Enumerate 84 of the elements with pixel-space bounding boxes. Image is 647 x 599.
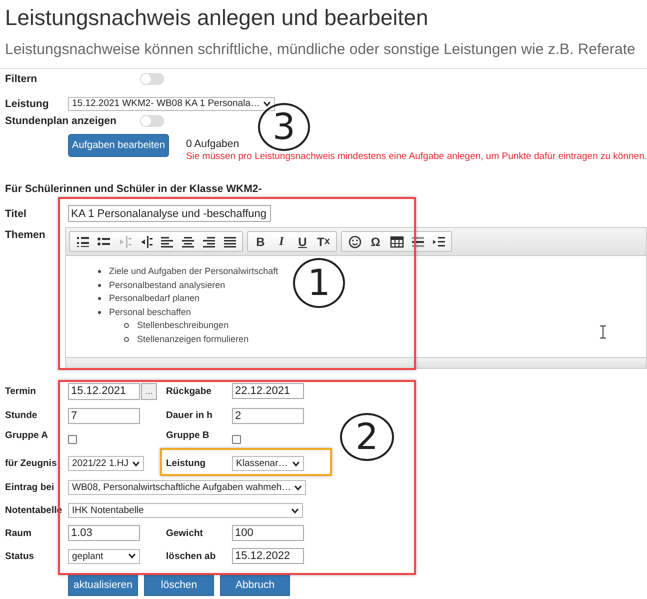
bullet-icon bbox=[98, 284, 101, 287]
field-label: Eintrag bei bbox=[5, 482, 56, 493]
number-annotation: 2 bbox=[340, 413, 394, 461]
dropdown[interactable]: Klassenar… bbox=[232, 456, 304, 471]
smiley-icon bbox=[348, 234, 362, 248]
field-label: Stundenplan anzeigen bbox=[5, 115, 118, 127]
checkbox[interactable] bbox=[68, 435, 77, 444]
field-label: Leistung bbox=[166, 458, 207, 469]
date-picker-button[interactable]: ... bbox=[141, 382, 157, 400]
number-annotation: 3 bbox=[258, 103, 310, 151]
block-indent-icon bbox=[432, 234, 446, 248]
bullet-icon bbox=[98, 270, 101, 274]
text-field[interactable]: 7 bbox=[68, 408, 140, 424]
chevron-icon bbox=[263, 100, 271, 106]
date-field[interactable]: 15.12.2021 bbox=[68, 382, 140, 400]
warning-message: Sie müssen pro Leistungsnachweis mindestens eine Aufgabe anlegen, um Punkte dafür eintragen zu können. bbox=[186, 151, 647, 162]
align-left-icon bbox=[160, 234, 174, 248]
number-annotation: 1 bbox=[293, 258, 345, 308]
dropdown[interactable]: geplant bbox=[68, 548, 140, 564]
class-heading: Für Schülerinnen und Schüler in der Klasse WKM2- bbox=[5, 183, 263, 195]
list-item: Stellenanzeigen formulieren bbox=[137, 332, 249, 346]
align-justify-icon bbox=[222, 234, 236, 248]
dropdown[interactable]: 15.12.2021 WKM2- WB08 KA 1 Personala… bbox=[68, 96, 275, 110]
action-button[interactable]: Abbruch bbox=[220, 574, 290, 596]
text-field[interactable]: 15.12.2022 bbox=[232, 548, 304, 564]
chevron-icon bbox=[132, 460, 140, 466]
text-cursor-icon bbox=[599, 325, 607, 339]
field-label: Filtern bbox=[5, 73, 38, 85]
list-item: Ziele und Aufgaben der Personalwirtschaft bbox=[109, 265, 278, 278]
list-item: Personalbedarf planen bbox=[109, 292, 200, 305]
chevron-icon bbox=[128, 553, 136, 559]
align-center-icon bbox=[180, 234, 194, 248]
page-subtitle: Leistungsnachweise können schriftliche, mündliche oder sonstige Leistungen wie z.B. Referate bbox=[5, 41, 636, 58]
field-label: Themen bbox=[5, 228, 46, 241]
field-label: Gruppe B bbox=[166, 429, 210, 441]
bullet-list-icon bbox=[96, 234, 110, 248]
bullet-icon bbox=[124, 323, 129, 328]
numbered-list-icon bbox=[76, 234, 90, 248]
field-label: Termin bbox=[5, 386, 37, 396]
field-label: Dauer in h bbox=[166, 410, 214, 421]
edit-tasks-button[interactable]: Aufgaben bearbeiten bbox=[68, 134, 169, 157]
chevron-icon bbox=[291, 508, 299, 514]
field-label: Stunde bbox=[5, 410, 38, 421]
bullet-icon bbox=[124, 336, 129, 342]
dropdown[interactable]: 2021/22 1.HJ bbox=[68, 456, 144, 471]
field-label: Leistung bbox=[5, 98, 50, 110]
text-field[interactable]: 1.03 bbox=[68, 525, 140, 541]
format-button[interactable]: Ω bbox=[365, 233, 386, 250]
align-right-icon bbox=[202, 234, 216, 248]
field-label: Status bbox=[5, 550, 36, 562]
text-field[interactable]: 22.12.2021 bbox=[232, 383, 304, 399]
bullet-icon bbox=[98, 297, 101, 300]
title-field[interactable]: KA 1 Personalanalyse und -beschaffung bbox=[68, 205, 271, 222]
checkbox[interactable] bbox=[232, 435, 241, 444]
field-label: Gruppe A bbox=[5, 429, 49, 441]
text-field[interactable]: 2 bbox=[232, 408, 304, 424]
toggle-switch[interactable] bbox=[140, 73, 164, 85]
field-label: Rückgabe bbox=[166, 386, 212, 396]
format-button[interactable]: B bbox=[250, 233, 271, 250]
text-field[interactable]: 100 bbox=[232, 525, 304, 541]
bullet-icon bbox=[98, 310, 101, 314]
horizontal-line-icon bbox=[410, 234, 424, 248]
dropdown[interactable]: IHK Notentabelle bbox=[68, 503, 303, 518]
chevron-icon bbox=[292, 460, 300, 466]
field-label: löschen ab bbox=[166, 550, 217, 562]
task-count: 0 Aufgaben bbox=[186, 138, 240, 150]
toggle-switch[interactable] bbox=[140, 115, 164, 127]
field-label: für Zeugnis bbox=[5, 458, 58, 469]
field-label: Raum bbox=[5, 528, 32, 538]
table-icon bbox=[390, 234, 404, 248]
indent-icon bbox=[138, 234, 152, 248]
field-label: Titel bbox=[5, 208, 28, 220]
page-title: Leistungsnachweis anlegen und bearbeiten bbox=[5, 6, 430, 30]
list-item: Personal beschaffen bbox=[109, 306, 191, 318]
action-button[interactable]: löschen bbox=[144, 574, 214, 596]
action-button[interactable]: aktualisieren bbox=[68, 574, 138, 596]
list-item: Personalbestand analysieren bbox=[109, 278, 226, 292]
format-button[interactable]: U bbox=[292, 233, 313, 250]
list-item: Stellenbeschreibungen bbox=[137, 319, 229, 332]
outdent-icon bbox=[118, 234, 132, 248]
dropdown[interactable]: WB08, Personalwirtschaftliche Aufgaben wahmeh… bbox=[68, 480, 306, 495]
chevron-icon bbox=[294, 484, 302, 490]
format-button[interactable]: I bbox=[271, 233, 292, 250]
field-label: Gewicht bbox=[166, 528, 204, 538]
